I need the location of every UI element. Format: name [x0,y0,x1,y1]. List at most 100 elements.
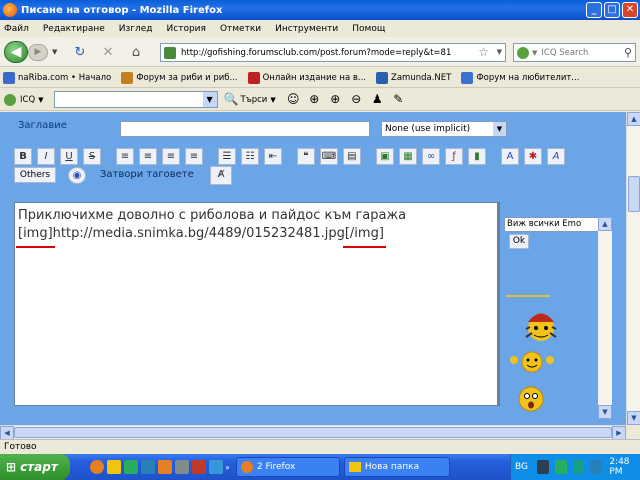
search-box[interactable]: ▼ ICQ Search ⚲ [513,43,636,62]
menu-view[interactable]: Изглед [119,24,153,34]
emoticons-select[interactable]: Виж всички Emo [504,217,600,232]
bookmark-item[interactable]: Форум за риби и риб... [121,71,238,84]
user-icon[interactable]: ♟ [370,92,385,107]
link-icon[interactable]: ∞ [422,148,440,165]
close-button[interactable]: ✕ [622,2,638,18]
back-button[interactable]: ◀ [4,41,28,63]
bookmark-item[interactable]: Форум на любителит... [461,71,579,84]
scroll-down-icon[interactable]: ▼ [598,405,612,419]
url-bar[interactable]: http://gofishing.forumsclub.com/post.for… [160,43,506,62]
surprised-smiley-icon[interactable] [514,384,548,414]
help-icon[interactable]: ◉ [68,167,86,184]
scroll-thumb[interactable] [14,427,612,438]
stop-icon[interactable]: ✕ [100,45,116,61]
chevron-down-icon[interactable]: ▼ [202,92,217,107]
taskbar-folder[interactable]: Нова папка [343,457,450,477]
bookmark-item[interactable]: Онлайн издание на в... [247,71,366,84]
font-size-icon[interactable]: A [501,148,519,165]
smiley-icon[interactable]: ☺ [286,92,301,107]
font-icon[interactable]: A [547,148,565,165]
emoticons-ok-button[interactable]: Ok [509,234,529,249]
strike-button[interactable]: S [83,148,101,165]
menu-file[interactable]: Файл [4,24,29,34]
word-quicklaunch-icon[interactable] [141,460,155,474]
scroll-left-icon[interactable]: ◀ [0,426,14,440]
icq-search-input[interactable]: ▼ [53,91,218,108]
waving-smiley-icon[interactable] [508,350,556,374]
scroll-thumb[interactable] [628,176,640,212]
align-left-icon[interactable]: ≡ [116,148,134,165]
scroll-up-icon[interactable]: ▲ [598,217,612,231]
icq-search-dropdown-icon[interactable]: ▼ [270,96,275,104]
tray-icon[interactable] [572,460,585,474]
icq-search-button[interactable]: Търси [241,95,268,105]
home-icon[interactable]: ⌂ [128,45,144,61]
font-select[interactable]: None (use implicit) ▼ [381,121,507,137]
search-icon[interactable]: ⚲ [624,46,632,59]
quicklaunch-more-icon[interactable]: » [225,463,230,472]
taskbar-firefox[interactable]: 2 Firefox [235,457,340,477]
page-horizontal-scrollbar[interactable]: ◀ ▶ [0,425,626,440]
remove-format-icon[interactable]: Ⱥ [210,166,232,185]
scroll-right-icon[interactable]: ▶ [612,426,626,440]
subject-input[interactable] [120,121,370,137]
italic-button[interactable]: I [37,148,55,165]
align-center-icon[interactable]: ≡ [139,148,157,165]
code-icon[interactable]: ⌨ [320,148,338,165]
color-icon[interactable]: ✱ [524,148,542,165]
align-right-icon[interactable]: ≡ [162,148,180,165]
forward-button[interactable]: ▶ [28,44,48,61]
icq-tray-icon[interactable] [554,460,567,474]
scroll-down-icon[interactable]: ▼ [627,411,640,425]
minimize-button[interactable]: _ [586,2,602,18]
app-quicklaunch-icon[interactable] [209,460,223,474]
zoom-in-icon[interactable]: ⊕ [307,92,322,107]
emoticon-scrollbar[interactable]: ▲ ▼ [598,217,612,419]
icq-label[interactable]: ICQ [20,95,35,105]
image-icon[interactable]: ▣ [376,148,394,165]
history-dropdown-icon[interactable]: ▼ [52,48,57,56]
page-vertical-scrollbar[interactable]: ▲ ▼ [626,112,640,425]
chevron-down-icon[interactable]: ▼ [493,122,506,136]
icq-dropdown-icon[interactable]: ▼ [38,96,43,104]
bookmark-item[interactable]: naRiba.com • Начало [3,71,111,84]
flash-icon[interactable]: ƒ [445,148,463,165]
justify-icon[interactable]: ≡ [185,148,203,165]
others-button[interactable]: Others [14,167,56,183]
zoom-out-icon[interactable]: ⊖ [349,92,364,107]
url-dropdown-icon[interactable]: ▼ [497,48,502,56]
video-icon[interactable]: ▮ [468,148,486,165]
outdent-icon[interactable]: ⇤ [264,148,282,165]
bold-button[interactable]: B [14,148,32,165]
reload-icon[interactable]: ↻ [72,45,88,61]
maximize-button[interactable]: □ [604,2,620,18]
spoiler-icon[interactable]: ▤ [343,148,361,165]
scroll-up-icon[interactable]: ▲ [627,112,640,126]
bookmark-star-icon[interactable]: ☆ [478,45,489,59]
app-quicklaunch-icon[interactable] [192,460,206,474]
firefox-quicklaunch-icon[interactable] [90,460,104,474]
start-button[interactable]: ⊞ старт [0,454,70,480]
excel-quicklaunch-icon[interactable] [124,460,138,474]
menu-edit[interactable]: Редактиране [43,24,105,34]
tray-icon[interactable] [537,460,549,474]
underline-button[interactable]: U [60,148,78,165]
tray-icon[interactable] [590,460,603,474]
folder-quicklaunch-icon[interactable] [107,460,121,474]
menu-bookmarks[interactable]: Отметки [220,24,261,34]
menu-tools[interactable]: Инструменти [275,24,338,34]
eraser-icon[interactable]: ✎ [391,92,406,107]
bullet-list-icon[interactable]: ☰ [218,148,236,165]
search-icon[interactable]: 🔍 [224,92,239,107]
zoom-in-icon[interactable]: ⊕ [328,92,343,107]
pirate-smiley-icon[interactable] [522,307,560,345]
numbered-list-icon[interactable]: ☷ [241,148,259,165]
language-indicator[interactable]: BG [515,462,528,472]
vlc-quicklaunch-icon[interactable] [158,460,172,474]
bookmark-item[interactable]: Zamunda.NET [376,71,451,84]
upload-image-icon[interactable]: ▦ [399,148,417,165]
app-quicklaunch-icon[interactable] [175,460,189,474]
close-tags-link[interactable]: Затвори таговете [100,169,194,180]
menu-history[interactable]: История [167,24,206,34]
message-textarea[interactable]: Приключихме доволно с риболова и пайдос … [14,202,498,406]
